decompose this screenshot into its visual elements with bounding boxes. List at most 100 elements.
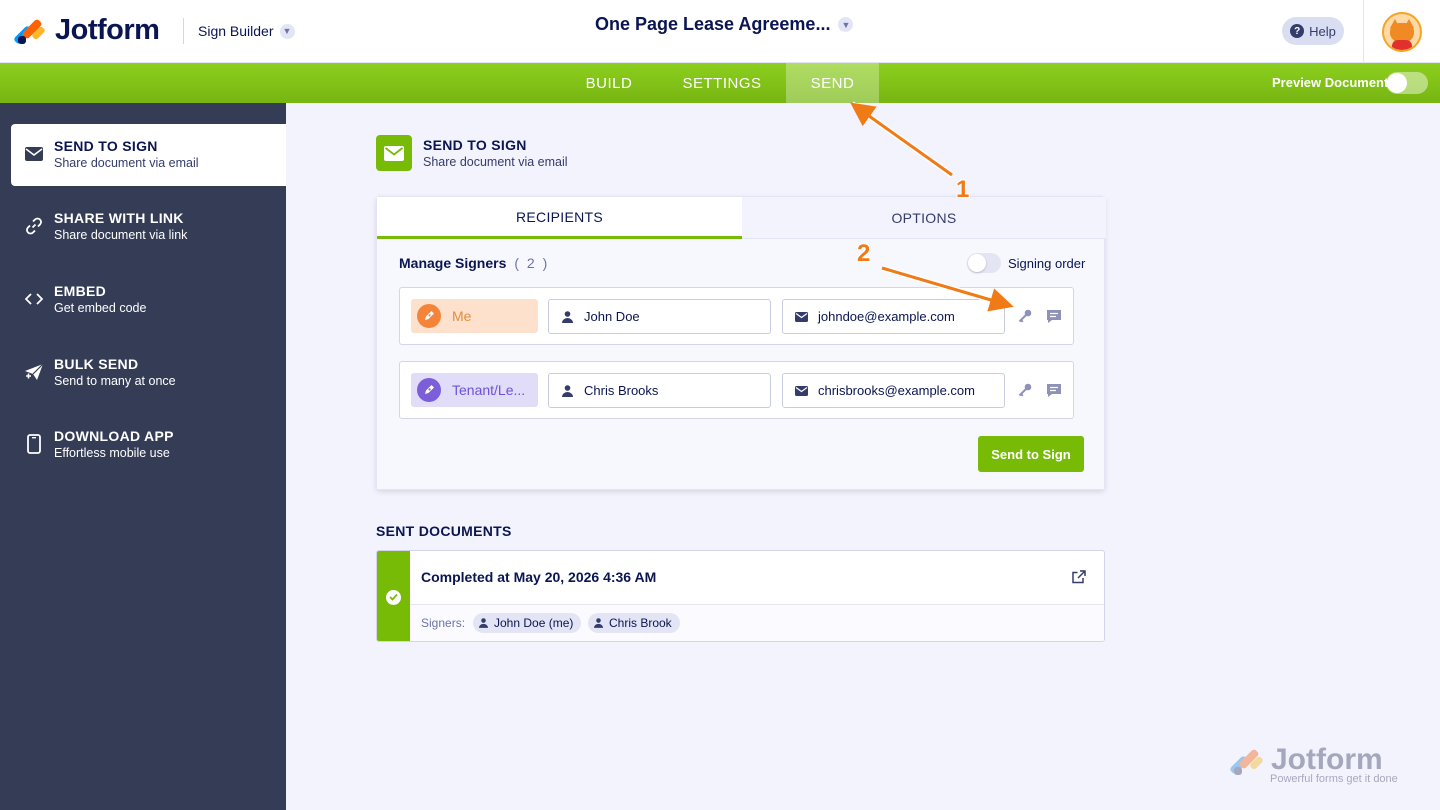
signer-email-value: johndoe@example.com (818, 309, 955, 324)
send-to-sign-button[interactable]: Send to Sign (978, 436, 1084, 472)
sidebar-item-title: SEND TO SIGN (54, 138, 158, 154)
pen-icon (417, 378, 441, 402)
help-label: Help (1309, 23, 1336, 39)
sidebar-item-embed[interactable]: EMBED Get embed code (11, 269, 286, 331)
jotform-watermark: Jotform Powerful forms get it done (1229, 743, 1398, 785)
sidebar-item-subtitle: Share document via link (54, 228, 188, 242)
tab-build[interactable]: BUILD (567, 63, 651, 103)
signer-email-field[interactable]: chrisbrooks@example.com (782, 373, 1005, 408)
mail-icon (794, 311, 808, 322)
phone-icon (23, 433, 45, 455)
signer-row: Tenant/Le... Chris Brooks chrisbrooks@ex… (399, 361, 1074, 419)
link-icon (23, 215, 45, 237)
recipients-card: RECIPIENTS OPTIONS Manage Signers ( 2 ) S… (376, 196, 1106, 490)
signer-chip-label: John Doe (me) (494, 616, 574, 630)
watermark-tagline: Powerful forms get it done (1270, 773, 1398, 785)
annotation-number-2: 2 (857, 240, 871, 267)
signer-name-value: Chris Brooks (584, 383, 659, 398)
sidebar-item-subtitle: Get embed code (54, 301, 147, 315)
check-icon (386, 589, 401, 605)
builder-switcher[interactable]: Sign Builder ▼ (183, 18, 295, 44)
sidebar-item-subtitle: Share document via email (54, 156, 199, 170)
signer-chip: Chris Brook (588, 613, 680, 633)
message-icon[interactable] (1045, 307, 1063, 325)
logo-text: Jotform (55, 14, 160, 46)
preview-document-toggle[interactable] (1386, 72, 1428, 94)
avatar-container (1363, 0, 1440, 63)
signer-chip: John Doe (me) (473, 613, 582, 633)
user-icon (479, 618, 488, 628)
message-icon[interactable] (1045, 381, 1063, 399)
jotform-logo[interactable]: Jotform (13, 14, 160, 47)
user-icon (594, 618, 603, 628)
pen-icon (417, 304, 441, 328)
tab-send[interactable]: SEND (786, 63, 879, 103)
key-icon[interactable] (1016, 381, 1034, 399)
signer-row: Me John Doe johndoe@example.com (399, 287, 1074, 345)
signer-name-field[interactable]: John Doe (548, 299, 771, 334)
sidebar-item-send-to-sign[interactable]: SEND TO SIGN Share document via email (11, 124, 286, 186)
paper-plane-icon (23, 361, 45, 383)
page-subtitle: Share document via email (423, 155, 568, 169)
signing-order-toggle[interactable] (967, 253, 1001, 273)
signer-count: ( 2 ) (514, 255, 550, 271)
builder-label: Sign Builder (198, 23, 274, 39)
envelope-icon (23, 143, 45, 165)
signer-email-field[interactable]: johndoe@example.com (782, 299, 1005, 334)
key-icon[interactable] (1016, 307, 1034, 325)
signer-role-badge[interactable]: Tenant/Le... (411, 373, 538, 407)
signer-role-label: Me (452, 308, 472, 324)
sidebar-item-subtitle: Send to many at once (54, 374, 176, 388)
page-title: SEND TO SIGN (423, 137, 527, 153)
code-icon (23, 288, 45, 310)
tab-recipients[interactable]: RECIPIENTS (377, 197, 742, 239)
sidebar-item-title: EMBED (54, 283, 107, 299)
mail-icon (794, 385, 808, 396)
recipients-panel: Manage Signers ( 2 ) Signing order Me Joh… (377, 239, 1104, 489)
sidebar-item-title: SHARE WITH LINK (54, 210, 184, 226)
sidebar: SEND TO SIGN Share document via email SH… (0, 103, 286, 810)
signers-label: Signers: (421, 616, 466, 630)
document-title[interactable]: One Page Lease Agreeme... ▼ (595, 14, 854, 35)
signer-name-field[interactable]: Chris Brooks (548, 373, 771, 408)
help-button[interactable]: ? Help (1282, 17, 1344, 45)
jotform-logo-icon (1229, 745, 1265, 779)
document-title-text: One Page Lease Agreeme... (595, 14, 831, 34)
sent-document-item[interactable]: Completed at May 20, 2026 4:36 AM Signer… (376, 550, 1105, 642)
user-icon (560, 384, 574, 397)
signer-email-value: chrisbrooks@example.com (818, 383, 975, 398)
envelope-icon (376, 135, 412, 171)
sidebar-item-title: DOWNLOAD APP (54, 428, 174, 444)
signers-row: Signers: John Doe (me) Chris Brook (410, 605, 1104, 641)
signer-role-badge[interactable]: Me (411, 299, 538, 333)
external-link-icon[interactable] (1072, 570, 1087, 585)
signer-chip-label: Chris Brook (609, 616, 672, 630)
sidebar-item-subtitle: Effortless mobile use (54, 446, 170, 460)
question-icon: ? (1290, 24, 1305, 38)
preview-document-label: Preview Document (1272, 75, 1389, 90)
signer-role-label: Tenant/Le... (452, 382, 526, 398)
jotform-logo-icon (13, 16, 46, 46)
completion-status: Completed at May 20, 2026 4:36 AM (421, 569, 657, 585)
manage-signers-label: Manage Signers (399, 255, 507, 271)
tab-options[interactable]: OPTIONS (742, 197, 1106, 239)
signing-order-label: Signing order (1008, 256, 1086, 271)
top-bar: Jotform Sign Builder ▼ One Page Lease Ag… (0, 0, 1440, 63)
annotation-arrow-1 (850, 101, 954, 178)
signer-name-value: John Doe (584, 309, 640, 324)
annotation-number-1: 1 (956, 176, 970, 203)
status-strip (377, 551, 410, 641)
sidebar-item-title: BULK SEND (54, 356, 139, 372)
chevron-down-icon: ▼ (838, 17, 854, 32)
avatar[interactable] (1382, 11, 1422, 52)
manage-signers-heading: Manage Signers ( 2 ) (399, 255, 549, 271)
sidebar-item-bulk-send[interactable]: BULK SEND Send to many at once (11, 342, 286, 404)
chevron-down-icon: ▼ (279, 23, 295, 39)
tab-settings[interactable]: SETTINGS (667, 63, 777, 103)
sent-documents-heading: SENT DOCUMENTS (376, 523, 512, 539)
watermark-brand: Jotform (1271, 743, 1383, 776)
main-nav-bar: BUILD SETTINGS SEND Preview Document (0, 63, 1440, 103)
user-icon (560, 310, 574, 323)
sidebar-item-share-with-link[interactable]: SHARE WITH LINK Share document via link (11, 196, 286, 258)
sidebar-item-download-app[interactable]: DOWNLOAD APP Effortless mobile use (11, 414, 286, 476)
